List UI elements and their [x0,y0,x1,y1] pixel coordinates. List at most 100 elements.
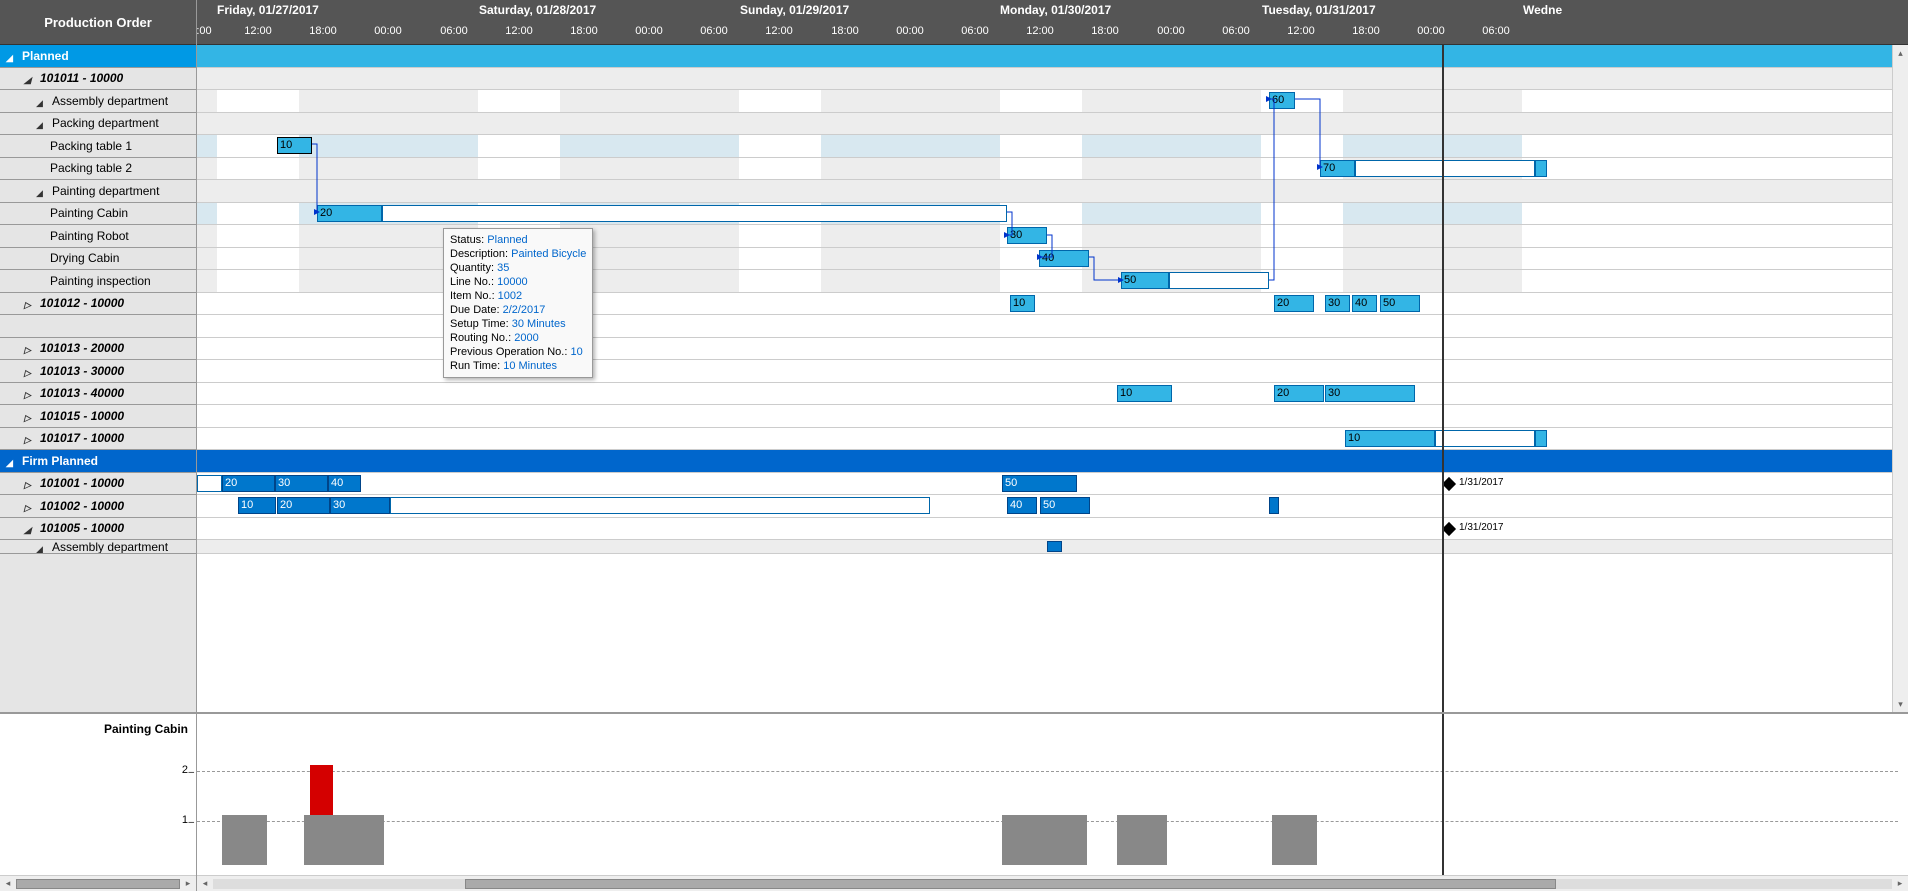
tree-order-101013-4[interactable]: 101013 - 40000 [0,383,196,406]
gantt-bar[interactable]: 40 [1352,295,1377,312]
gantt-bar-white[interactable] [390,497,930,514]
chevron-right-icon[interactable] [24,387,36,399]
gantt-bar[interactable]: 30 [275,475,328,492]
tree-resource-paintingrobot[interactable]: Painting Robot [0,225,196,248]
chevron-right-icon[interactable] [24,342,36,354]
gantt-bar-white[interactable] [1435,430,1535,447]
chart-row: 10 [197,135,1908,158]
chart-row-firmplanned [197,450,1908,473]
milestone-icon[interactable] [1442,521,1456,535]
tree-resource-packing2[interactable]: Packing table 2 [0,158,196,181]
tree-resource-paintingcabin[interactable]: Painting Cabin [0,203,196,226]
scroll-down-icon[interactable]: ▾ [1893,696,1908,712]
chevron-down-icon[interactable] [6,455,18,467]
chart-horizontal-scrollbar[interactable]: ◂ ▸ [197,875,1908,891]
tree-order-101013-2[interactable]: 101013 - 20000 [0,338,196,361]
tree-dept-assembly2[interactable]: Assembly department [0,540,196,554]
chart-row: 10 20 30 [197,383,1908,406]
tree-dept-assembly[interactable]: Assembly department [0,90,196,113]
milestone-label: 1/31/2017 [1459,477,1504,488]
histogram-chart[interactable] [197,714,1908,875]
tree-order-101012[interactable]: 101012 - 10000 [0,293,196,316]
day-label: Saturday, 01/28/2017 [479,3,596,17]
gantt-bar[interactable]: 20 [1274,295,1314,312]
chevron-right-icon[interactable] [24,477,36,489]
tree-order-101002[interactable]: 101002 - 10000 [0,495,196,518]
chevron-down-icon[interactable] [36,185,48,197]
gantt-bar[interactable]: 30 [330,497,390,514]
gantt-bar-50[interactable]: 50 [1121,272,1169,289]
tree-order-101017[interactable]: 101017 - 10000 [0,428,196,451]
hour-label: 12:00 [244,25,272,37]
gantt-bar[interactable]: 10 [1117,385,1172,402]
gantt-bar[interactable] [1535,160,1547,177]
tree-dept-packing[interactable]: Packing department [0,113,196,136]
chart-row [197,540,1908,554]
gantt-bar-30[interactable]: 30 [1007,227,1047,244]
chart-row: 20 [197,203,1908,226]
gantt-bar[interactable]: 40 [328,475,361,492]
gantt-bar[interactable]: 50 [1380,295,1420,312]
tree-group-firmplanned[interactable]: Firm Planned [0,450,196,473]
gantt-bar[interactable]: 20 [222,475,275,492]
chevron-right-icon[interactable] [24,432,36,444]
chevron-down-icon[interactable] [36,541,48,553]
tree-horizontal-scrollbar[interactable]: ◂ ▸ [0,875,196,891]
tree-order-101001[interactable]: 101001 - 10000 [0,473,196,496]
tree-resource-dryingcabin[interactable]: Drying Cabin [0,248,196,271]
gantt-bar[interactable]: 10 [1010,295,1035,312]
tree-order-101005[interactable]: 101005 - 10000 [0,518,196,541]
gantt-bar[interactable]: 30 [1325,385,1415,402]
gantt-bar-10-selected[interactable]: 10 [277,137,312,154]
gantt-bar-white[interactable] [1355,160,1535,177]
gantt-bar[interactable] [1047,541,1062,552]
tree-order-101011[interactable]: 101011 - 10000 [0,68,196,91]
gantt-bar-white[interactable] [382,205,1007,222]
tree-order-101013-3[interactable]: 101013 - 30000 [0,360,196,383]
chevron-right-icon[interactable] [24,365,36,377]
chevron-right-icon[interactable] [24,297,36,309]
chevron-down-icon[interactable] [36,95,48,107]
chevron-right-icon[interactable] [24,410,36,422]
gantt-bar-40[interactable]: 40 [1039,250,1089,267]
scroll-up-icon[interactable]: ▴ [1893,45,1908,61]
gantt-bar-20[interactable]: 20 [317,205,382,222]
gantt-bar[interactable]: 20 [1274,385,1324,402]
gantt-bar[interactable] [1535,430,1547,447]
gantt-bar[interactable] [1269,497,1279,514]
day-label: Wedne [1523,3,1562,17]
chart-body[interactable]: 60 10 70 20 [197,45,1908,712]
chevron-down-icon[interactable] [24,72,36,84]
tree-resource-packing1[interactable]: Packing table 1 [0,135,196,158]
hour-label: 18:00 [570,25,598,37]
gantt-bar-white[interactable] [197,475,222,492]
scroll-left-icon[interactable]: ◂ [197,876,213,892]
scroll-left-icon[interactable]: ◂ [0,876,16,892]
gantt-bar-70[interactable]: 70 [1320,160,1355,177]
gantt-bar[interactable]: 50 [1002,475,1077,492]
tree-resource-paintinginspection[interactable]: Painting inspection [0,270,196,293]
gantt-bar[interactable]: 10 [1345,430,1435,447]
gantt-bar[interactable]: 10 [238,497,276,514]
gantt-bar[interactable]: 20 [277,497,330,514]
milestone-icon[interactable] [1442,476,1456,490]
chevron-right-icon[interactable] [24,500,36,512]
chevron-down-icon[interactable] [36,117,48,129]
chevron-down-icon[interactable] [24,522,36,534]
vertical-scrollbar[interactable]: ▴ ▾ [1892,45,1908,712]
chart-row: 20 30 40 50 1/31/2017 [197,473,1908,496]
gantt-bar[interactable]: 40 [1007,497,1037,514]
gantt-bar[interactable]: 30 [1325,295,1350,312]
tree-group-planned[interactable]: Planned [0,45,196,68]
chart-row: 70 [197,158,1908,181]
tree-order-101015[interactable]: 101015 - 10000 [0,405,196,428]
gantt-bar-white[interactable] [1169,272,1269,289]
tree-dept-painting[interactable]: Painting department [0,180,196,203]
histo-bar [1272,815,1317,865]
scroll-right-icon[interactable]: ▸ [1892,876,1908,892]
gantt-bar[interactable]: 50 [1040,497,1090,514]
chevron-down-icon[interactable] [6,50,18,62]
tree-order-blank[interactable] [0,315,196,338]
scroll-right-icon[interactable]: ▸ [180,876,196,892]
gantt-bar-60[interactable]: 60 [1269,92,1295,109]
